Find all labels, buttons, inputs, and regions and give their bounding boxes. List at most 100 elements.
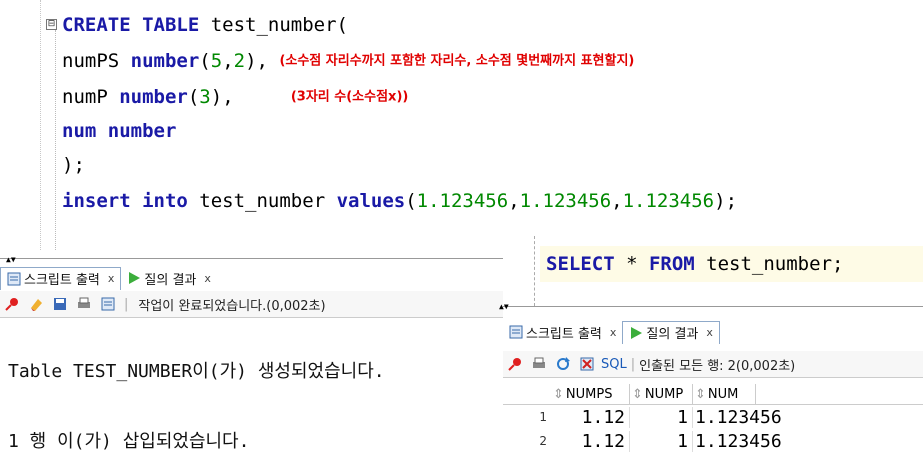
tab-label: 스크립트 출력 (526, 326, 602, 342)
output-line-2: 1 행 이(가) 삽입되었습니다. (8, 431, 250, 452)
tab-script-output[interactable]: 스크립트 출력 x (503, 321, 622, 343)
result-toolbar: SQL | 인출된 모든 행: 2(0,002초) (503, 351, 923, 378)
keyword: number (130, 50, 200, 72)
refresh-icon[interactable] (555, 356, 571, 372)
sql-button[interactable]: SQL (601, 357, 627, 372)
keyword: values (336, 190, 406, 212)
script-output-icon (509, 325, 523, 339)
column-header-numps[interactable]: ⇕ NUMPS (551, 384, 630, 404)
indent-guide (55, 30, 57, 250)
code-text: , (222, 50, 234, 72)
number-literal: 2 (233, 50, 246, 72)
sql-editor[interactable]: ⊟ CREATE TABLE test_number( numPS number… (0, 0, 923, 250)
number-literal: 1.123456 (519, 190, 612, 212)
code-line-5: ); (62, 154, 85, 176)
column-header-label: NUMPS (565, 386, 613, 402)
number-literal: 3 (199, 86, 211, 108)
toolbar-separator: | (124, 296, 129, 312)
close-icon[interactable]: x (108, 272, 115, 285)
status-text: 인출된 모든 행: 2(0,002초) (639, 358, 796, 374)
close-icon[interactable]: x (706, 326, 713, 339)
output-line-1: Table TEST_NUMBER이(가) 생성되었습니다. (8, 361, 385, 382)
code-text: * (614, 253, 649, 275)
indent-guide (534, 236, 535, 306)
column-name: num (62, 120, 108, 142)
column-name: numP (62, 86, 120, 108)
annotation-comment: (3자리 수(소수점x)) (290, 89, 409, 105)
status-text: 작업이 완료되었습니다.(0,002초) (138, 298, 326, 314)
tab-label: 질의 결과 (646, 327, 699, 342)
output-toolbar: | 작업이 완료되었습니다.(0,002초) (0, 291, 503, 318)
grid-header: ⇕ NUMPS ⇕ NUMP ⇕ NUM (503, 384, 923, 405)
select-statement: SELECT * FROM test_number; (540, 246, 923, 282)
code-text: ( (405, 190, 417, 212)
eraser-icon[interactable] (28, 296, 44, 312)
tab-label: 스크립트 출력 (24, 273, 100, 288)
code-text: ( (187, 86, 200, 108)
save-icon[interactable] (52, 296, 68, 312)
keyword: insert (62, 190, 131, 212)
code-line-2: numPS number(5,2), (소수점 자리수까지 포함한 자리수, 소… (62, 48, 634, 74)
keyword: FROM (648, 253, 695, 275)
script-output-panel: 스크립트 출력 x 질의 결과 x | 작업이 완료되었습니다.(0,002초)… (0, 258, 503, 476)
sort-icon: ⇕ (553, 386, 564, 402)
table-row[interactable]: 2 1.12 1 1.123456 (503, 429, 923, 453)
result-tabbar: 스크립트 출력 x 질의 결과 x (503, 320, 720, 344)
close-icon[interactable]: x (610, 326, 617, 339)
number-literal: 5 (210, 50, 223, 72)
column-header-label: NUMP (644, 386, 684, 402)
keyword: CREATE TABLE (62, 14, 200, 36)
code-text: ), (245, 50, 268, 72)
run-icon (631, 326, 643, 339)
cell-nump[interactable]: 1 (630, 406, 693, 428)
row-number: 1 (539, 410, 547, 424)
keyword: number (119, 86, 188, 108)
tab-query-result[interactable]: 질의 결과 x (622, 320, 720, 344)
editor-gutter (40, 0, 42, 250)
tab-script-output[interactable]: 스크립트 출력 x (0, 266, 122, 290)
panel-resize-arrows[interactable]: ▲▼ (499, 303, 509, 311)
number-literal: 1.123456 (622, 190, 715, 212)
cell-numps[interactable]: 1.12 (551, 406, 630, 428)
tab-label: 질의 결과 (144, 272, 197, 288)
cell-nump[interactable]: 1 (630, 430, 693, 452)
row-number: 2 (539, 434, 547, 448)
sort-icon: ⇕ (695, 386, 706, 402)
print-icon[interactable] (531, 356, 547, 372)
number-literal: 1.123456 (416, 190, 509, 212)
tab-query-result[interactable]: 질의 결과 x (121, 267, 217, 289)
script-output-icon (7, 272, 21, 285)
print-icon[interactable] (76, 296, 92, 312)
cancel-icon[interactable] (579, 356, 595, 372)
keyword: into (142, 190, 188, 212)
pin-icon[interactable] (507, 356, 523, 372)
code-text: test_number; (694, 253, 844, 275)
code-text: ( (199, 50, 211, 72)
panel-resize-arrows[interactable]: ▲▼ (6, 256, 16, 264)
column-header-nump[interactable]: ⇕ NUMP (630, 384, 693, 404)
code-text: test_number (187, 190, 337, 212)
cell-numps[interactable]: 1.12 (551, 430, 630, 452)
cell-num[interactable]: 1.123456 (693, 431, 815, 452)
annotation-comment: (소수점 자리수까지 포함한 자리수, 소수점 몇번째까지 표현할지) (279, 53, 635, 69)
column-header-num[interactable]: ⇕ NUM (693, 384, 756, 404)
cell-num[interactable]: 1.123456 (693, 407, 815, 428)
run-icon (129, 272, 141, 284)
code-text: ); (714, 190, 738, 212)
pin-icon[interactable] (4, 296, 20, 312)
column-header-label: NUM (707, 386, 739, 402)
keyword: number (107, 120, 177, 142)
sort-icon: ⇕ (632, 386, 643, 402)
collapse-icon[interactable]: ⊟ (46, 19, 57, 30)
code-text: ), (210, 86, 234, 108)
keyword: SELECT (546, 253, 615, 275)
code-line-6: insert into test_number values(1.123456,… (62, 190, 738, 212)
column-name: numPS (62, 50, 131, 72)
document-icon[interactable] (100, 296, 116, 312)
code-text: test_number( (199, 14, 348, 36)
code-line-4: num number (62, 118, 176, 144)
code-line-1: CREATE TABLE test_number( (62, 12, 348, 38)
code-line-3: numP number(3), (3자리 수(소수점x)) (62, 84, 408, 110)
table-row[interactable]: 1 1.12 1 1.123456 (503, 405, 923, 429)
close-icon[interactable]: x (204, 272, 211, 285)
